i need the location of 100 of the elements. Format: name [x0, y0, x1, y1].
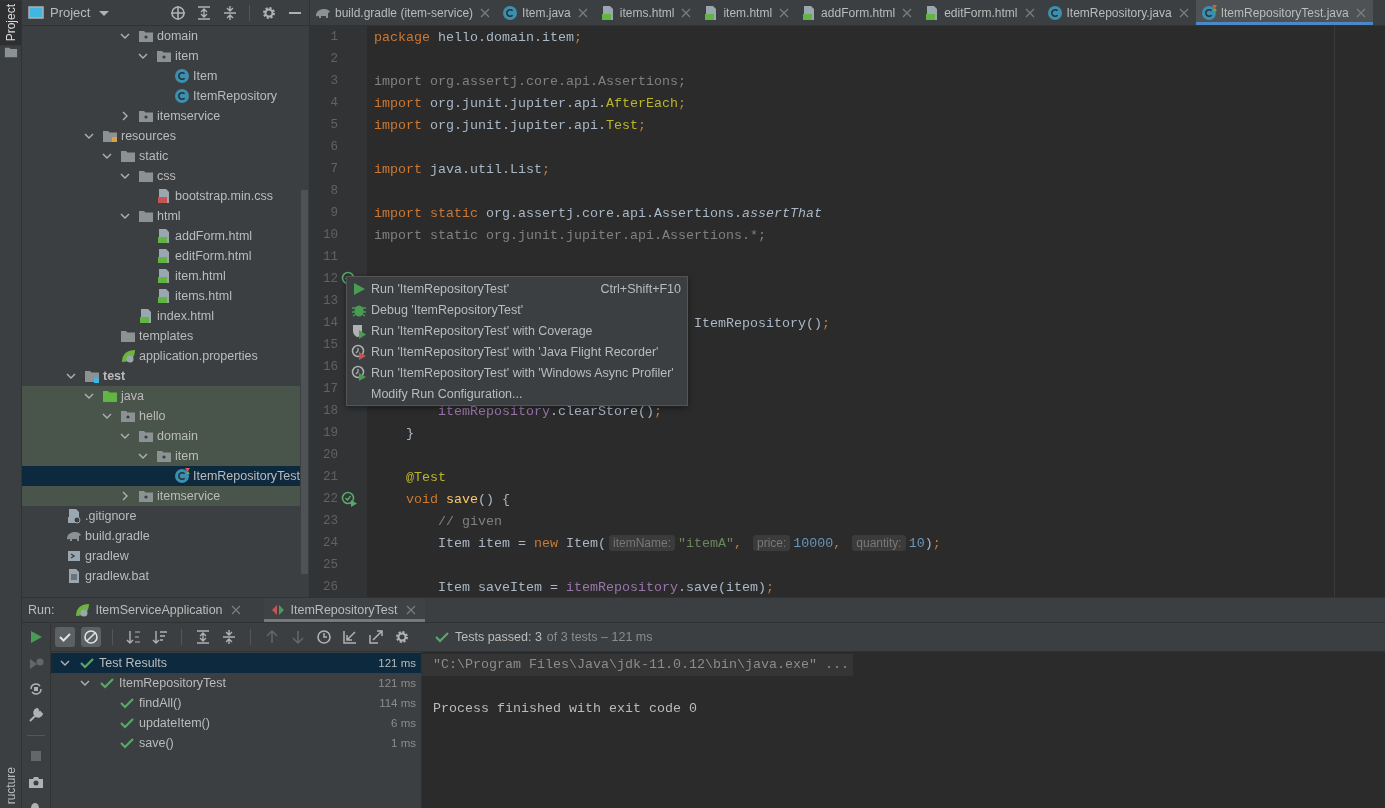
collapse-all-icon[interactable]	[222, 4, 238, 21]
tree-item[interactable]: bootstrap.min.css	[22, 186, 300, 206]
tree-item[interactable]: application.properties	[22, 346, 300, 366]
tree-item[interactable]: resources	[22, 126, 300, 146]
html-file-icon	[138, 308, 154, 324]
code-line: import static org.junit.jupiter.api.Assertions.*;	[374, 227, 766, 243]
class-icon	[174, 68, 190, 84]
test-result-item[interactable]: Test Results 121 ms	[51, 653, 421, 673]
html-file-icon	[156, 248, 172, 264]
code-line: import org.junit.jupiter.api.Test;	[374, 117, 646, 133]
window-icon	[28, 4, 44, 21]
tree-item[interactable]: domain	[22, 426, 300, 446]
leaf-icon	[74, 602, 91, 618]
block-icon	[83, 629, 99, 645]
menu-item[interactable]: Run 'ItemRepositoryTest' with 'Java Flight Recorder'	[347, 341, 687, 362]
tree-item[interactable]: itemservice	[22, 486, 300, 506]
status-detail: of 3 tests – 121 ms	[546, 630, 653, 644]
filter-toggle[interactable]	[81, 627, 101, 647]
panel-title: Project	[50, 5, 91, 20]
tree-item[interactable]: build.gradle	[22, 526, 300, 546]
test-result-item[interactable]: save() 1 ms	[51, 733, 421, 753]
duration-text: 1 ms	[391, 737, 416, 749]
tree-item[interactable]: html	[22, 206, 300, 226]
code-text: "itemA"	[678, 535, 734, 551]
tree-item[interactable]: item	[22, 446, 300, 466]
tree-item[interactable]: domain	[22, 26, 300, 46]
editor-tab[interactable]: editForm.html	[919, 0, 1042, 25]
tree-item[interactable]: templates	[22, 326, 300, 346]
structure-tool-tab[interactable]: ructure	[3, 762, 18, 808]
tree-item[interactable]: editForm.html	[22, 246, 300, 266]
class-icon	[502, 4, 519, 21]
tree-item[interactable]: .gitignore	[22, 506, 300, 526]
test-result-item[interactable]: updateItem() 6 ms	[51, 713, 421, 733]
clock-button[interactable]	[314, 627, 334, 647]
tree-item[interactable]: items.html	[22, 286, 300, 306]
menu-item[interactable]: Run 'ItemRepositoryTest' with Coverage	[347, 320, 687, 341]
package-folder-icon	[138, 28, 154, 44]
camera-icon	[28, 774, 44, 790]
tree-item[interactable]: css	[22, 166, 300, 186]
code-text: ;	[932, 535, 941, 551]
file-icon	[66, 568, 82, 584]
locate-icon[interactable]	[170, 4, 186, 21]
html-file-icon	[156, 288, 172, 304]
editor-tab[interactable]: Item.java	[497, 0, 595, 25]
tree-item[interactable]: gradlew.bat	[22, 566, 300, 586]
shortcut-label: Ctrl+Shift+F10	[600, 281, 681, 296]
export-icon	[368, 629, 384, 645]
tree-item[interactable]: gradlew	[22, 546, 300, 566]
tree-item[interactable]: hello	[22, 406, 300, 426]
menu-item[interactable]: Debug 'ItemRepositoryTest'	[347, 299, 687, 320]
folder-icon	[138, 208, 154, 224]
filter-toggle[interactable]	[55, 627, 75, 647]
run-icon	[28, 629, 44, 645]
html-file-icon	[599, 4, 616, 21]
editor-tab[interactable]: ItemRepositoryTest.java	[1195, 0, 1373, 25]
expand-all-icon[interactable]	[196, 4, 212, 21]
editor-tab[interactable]: item.html	[698, 0, 797, 25]
tree-item[interactable]: item.html	[22, 266, 300, 286]
test-result-item[interactable]: findAll() 114 ms	[51, 693, 421, 713]
tree-item[interactable]: addForm.html	[22, 226, 300, 246]
package-folder-icon	[138, 428, 154, 444]
tree-item[interactable]: ItemRepositoryTest	[22, 466, 300, 486]
code-line: import org.assertj.core.api.Assertions;	[374, 73, 686, 89]
folder-icon	[102, 388, 118, 404]
css-file-icon	[156, 188, 172, 204]
html-file-icon	[156, 228, 172, 244]
class-icon	[1046, 4, 1063, 21]
tree-item[interactable]: itemservice	[22, 106, 300, 126]
menu-item[interactable]: Run 'ItemRepositoryTest' with 'Windows Async Profiler'	[347, 362, 687, 383]
collapse-all-icon	[221, 629, 237, 645]
code-text: )	[924, 535, 933, 551]
editor-tab[interactable]: addForm.html	[796, 0, 920, 25]
export-button[interactable]	[366, 627, 386, 647]
tree-item[interactable]: test	[22, 366, 300, 386]
project-tool-tab[interactable]: Project	[0, 0, 21, 46]
settings-icon[interactable]	[261, 4, 277, 21]
tree-item[interactable]: Item	[22, 66, 300, 86]
settings-icon	[394, 629, 410, 645]
tree-item[interactable]: static	[22, 146, 300, 166]
editor-tab[interactable]: ItemRepository.java	[1041, 0, 1196, 25]
run-tab[interactable]: ItemServiceApplication	[68, 598, 250, 622]
tree-item[interactable]: java	[22, 386, 300, 406]
test-result-item[interactable]: ItemRepositoryTest 121 ms	[51, 673, 421, 693]
package-folder-icon	[156, 48, 172, 64]
sort-icon	[126, 629, 142, 645]
tree-item[interactable]: item	[22, 46, 300, 66]
scrollbar[interactable]	[301, 190, 308, 574]
code-text: new	[534, 535, 558, 551]
run-test-icon[interactable]	[341, 491, 357, 507]
menu-item[interactable]: Modify Run Configuration...	[347, 383, 687, 404]
editor-tab[interactable]: build.gradle (item-service)	[310, 0, 498, 25]
editor-tab[interactable]: items.html	[594, 0, 699, 25]
tree-item[interactable]: ItemRepository	[22, 86, 300, 106]
code-line: void save() {	[406, 491, 510, 507]
code-text: 10	[908, 535, 925, 551]
code-text: ,	[734, 535, 743, 551]
tree-item[interactable]: index.html	[22, 306, 300, 326]
import-icon	[342, 629, 358, 645]
menu-item[interactable]: Run 'ItemRepositoryTest' Ctrl+Shift+F10	[347, 278, 687, 299]
run-icon	[351, 280, 367, 297]
